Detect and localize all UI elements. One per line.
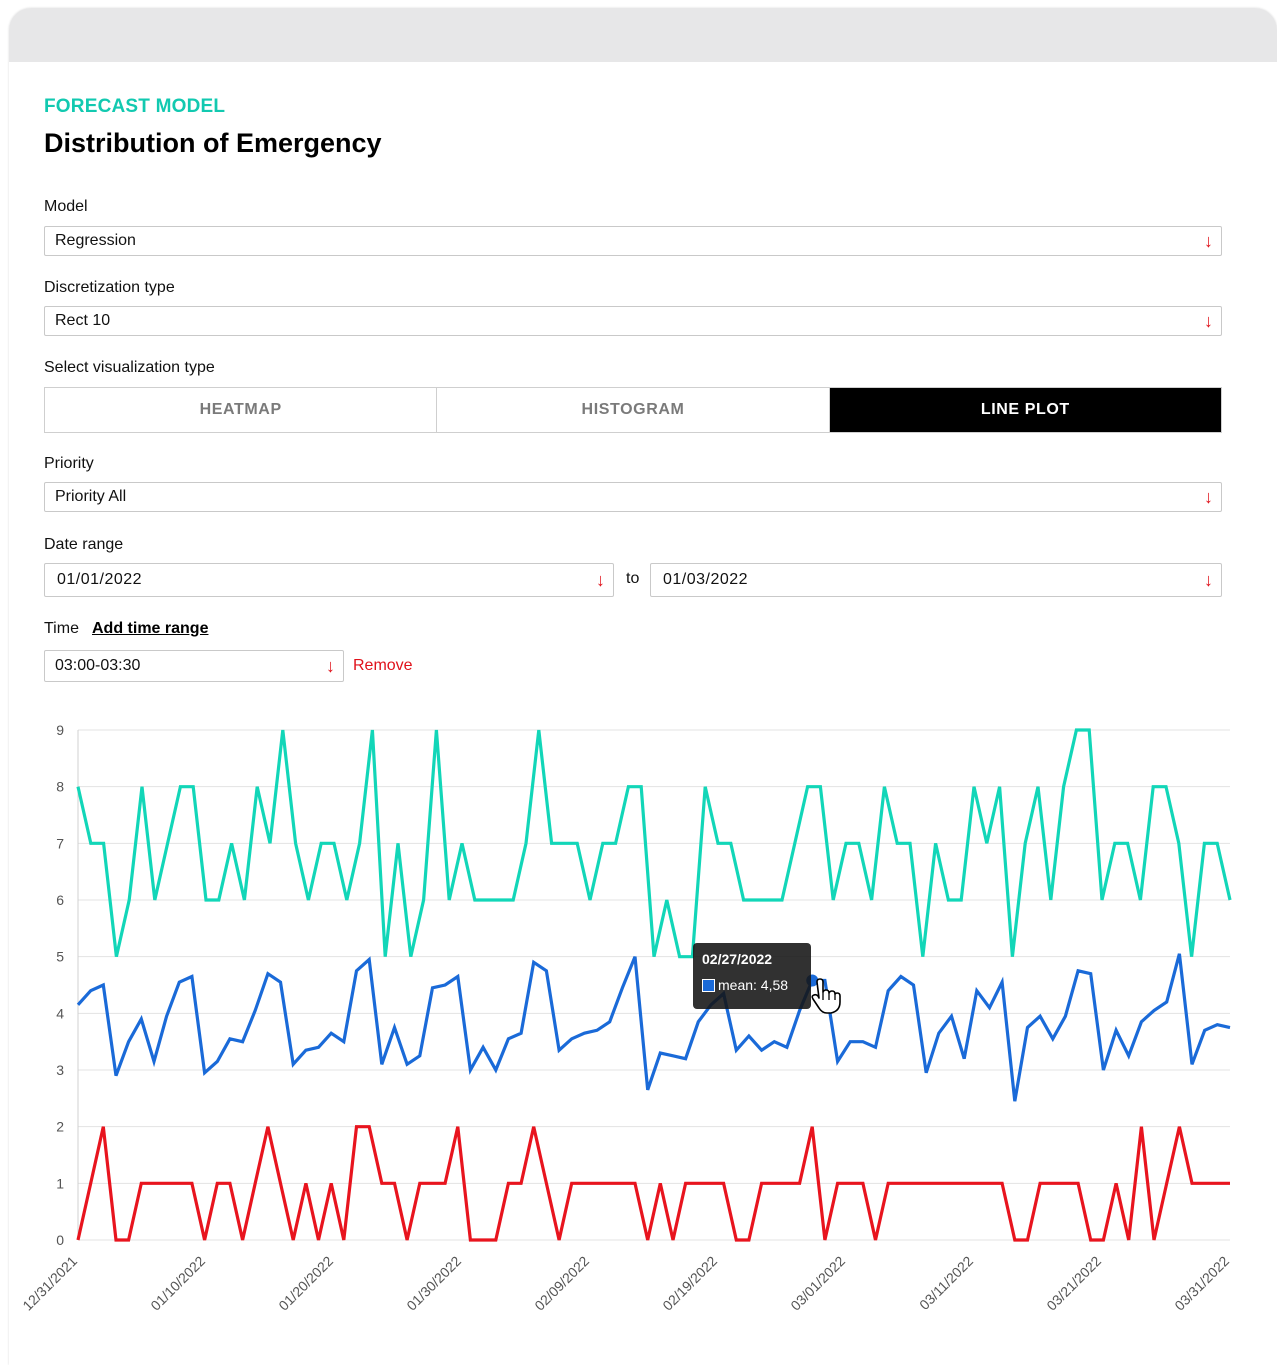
x-tick-label: 12/31/2021 [19,1253,80,1314]
y-tick-label: 4 [56,1005,64,1021]
y-tick-label: 0 [56,1232,64,1248]
y-tick-label: 8 [56,779,64,795]
tooltip-row: mean: 4,58 [702,977,788,993]
tooltip-value: mean: 4,58 [718,977,789,993]
x-tick-label: 03/21/2022 [1043,1253,1104,1314]
x-tick-label: 03/01/2022 [787,1253,848,1314]
x-tick-label: 01/10/2022 [147,1253,208,1314]
y-tick-label: 5 [56,949,64,965]
x-tick-label: 03/31/2022 [1171,1253,1232,1314]
series-line [76,953,1231,1102]
tooltip-series-swatch [702,978,715,992]
line-chart: 0 1 2 3 4 5 6 7 8 9 12/31/2021 01/10/2022 01/20/2022… [19,722,1232,1314]
chart-tooltip: 02/27/2022 mean: 4,58 [693,943,811,1009]
y-tick-label: 9 [56,722,64,738]
hand-pointer-icon [811,978,841,1014]
x-tick-label: 03/11/2022 [916,1253,976,1313]
x-tick-label: 01/30/2022 [403,1253,464,1314]
x-tick-label: 02/09/2022 [531,1253,592,1314]
y-tick-label: 1 [56,1175,64,1191]
y-tick-label: 3 [56,1062,64,1078]
x-tick-label: 02/19/2022 [659,1253,720,1314]
y-tick-label: 7 [56,835,64,851]
y-tick-label: 2 [56,1119,64,1135]
y-tick-label: 6 [56,892,64,908]
x-tick-label: 01/20/2022 [275,1253,336,1314]
tooltip-date: 02/27/2022 [702,951,773,967]
